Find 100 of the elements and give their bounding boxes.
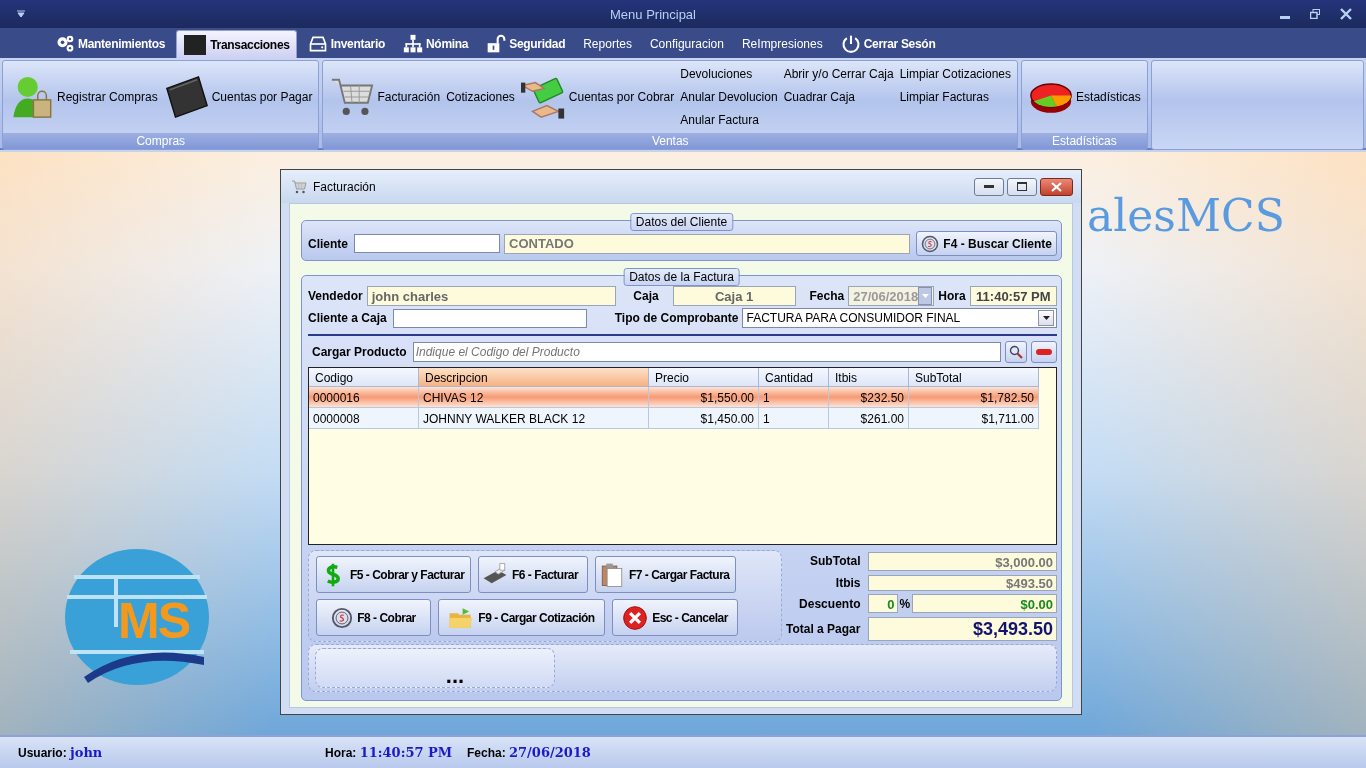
search-button[interactable] (1005, 341, 1027, 363)
percent-sign: % (899, 596, 911, 611)
action-button[interactable]: Esc - Cancelar (612, 599, 738, 636)
dropdown-arrow-icon (1042, 316, 1050, 320)
field-label: Cargar Producto (312, 345, 407, 359)
wallet-icon (163, 74, 210, 120)
ribbon-button[interactable]: Cuentas por Pagar (163, 74, 313, 120)
receipt-type-dropdown[interactable]: FACTURA PARA CONSUMIDOR FINAL (742, 308, 1057, 328)
table-cell: CHIVAS 12 (419, 387, 649, 408)
close-icon (1051, 181, 1062, 192)
ribbon-button[interactable]: Abrir y/o Cerrar Caja (783, 66, 894, 81)
ribbon-button[interactable]: Cotizaciones (446, 90, 515, 104)
ribbon-button[interactable]: Registrar Compras (9, 74, 158, 120)
group-label: Ventas (323, 133, 1018, 149)
message-text: ... (445, 665, 465, 687)
menu-tab[interactable]: Seguridad (479, 30, 573, 56)
client-name-field: CONTADO (504, 233, 911, 254)
tax-value: $493.50 (868, 574, 1057, 591)
discount-value: $0.00 (912, 594, 1057, 614)
field-label: Cliente (308, 236, 348, 251)
table-cell: $1,550.00 (649, 387, 759, 408)
user-label: Usuario: (18, 746, 67, 760)
group-legend: Datos del Cliente (629, 213, 734, 231)
action-button[interactable]: F6 - Facturar (478, 556, 588, 593)
group-label: Estadísticas (1022, 133, 1147, 149)
cashier-client-field[interactable] (392, 308, 587, 328)
date-value: 27/06/2018 (509, 745, 591, 760)
coin-icon (331, 606, 354, 629)
menu-tab[interactable]: ReImpresiones (734, 30, 830, 56)
power-icon (840, 33, 861, 54)
ribbon-button[interactable]: Facturación (329, 74, 441, 120)
table-cell: $261.00 (829, 408, 909, 429)
menu-tab[interactable]: Mantenimientos (48, 30, 173, 56)
table-cell: 0000008 (309, 408, 419, 429)
menu-caret-icon[interactable] (16, 10, 26, 18)
table-row[interactable]: 0000016 CHIVAS 12 $1,550.00 1 $232.50 $1,782.50 (309, 387, 1056, 408)
table-row[interactable]: 0000008 JOHNNY WALKER BLACK 12 $1,450.00 1 $261.00 $1,711.00 (309, 408, 1056, 429)
column-header[interactable]: SubTotal (909, 368, 1039, 387)
action-button[interactable]: F7 - Cargar Factura (595, 556, 736, 593)
action-button[interactable]: F9 - Cargar Cotización (438, 599, 605, 636)
time-label: Hora: (325, 746, 357, 760)
field-label: Hora (938, 289, 966, 303)
product-code-field[interactable]: Indique el Codigo del Producto (412, 342, 1001, 362)
minimize-button[interactable] (974, 177, 1004, 196)
table-cell: $1,711.00 (909, 408, 1039, 429)
menu-tab[interactable]: Transacciones (176, 30, 297, 58)
field-label: Tipo de Comprobante (614, 311, 739, 325)
search-client-button[interactable]: F4 - Buscar Cliente (916, 231, 1057, 256)
close-button[interactable] (1040, 177, 1073, 196)
ribbon-button[interactable]: Cuentas por Cobrar (520, 74, 675, 120)
column-header[interactable]: Descripcion (419, 368, 649, 387)
discount-label: Descuento (798, 596, 862, 611)
ribbon-button[interactable]: Cuadrar Caja (783, 89, 894, 104)
column-header[interactable]: Itbis (829, 368, 909, 387)
register-field: Caja 1 (672, 286, 796, 306)
group-legend: Datos de la Factura (623, 268, 740, 286)
dropdown-arrow-icon (921, 294, 929, 298)
gears-icon (55, 33, 75, 54)
time-value: 11:40:57 PM (359, 745, 453, 760)
ribbon-button[interactable]: Limpiar Cotizaciones (899, 66, 1012, 81)
dialog-title: Facturación (313, 179, 377, 194)
logo-text: MS (118, 592, 189, 650)
menu-tab[interactable]: Nómina (396, 30, 476, 56)
field-label: Fecha (809, 289, 845, 303)
ribbon-button[interactable]: Devoluciones (680, 66, 778, 81)
field-label: Cliente a Caja (308, 311, 387, 325)
group-label: Compras (3, 133, 319, 149)
menu-tab[interactable]: Configuracion (642, 30, 731, 56)
minimize-icon (984, 184, 994, 189)
cancel-icon (622, 604, 649, 631)
action-button[interactable]: F8 - Cobrar (316, 599, 431, 636)
field-label: Vendedor (308, 289, 363, 303)
table-cell: 1 (759, 408, 829, 429)
table-cell: $1,782.50 (909, 387, 1039, 408)
total-label: Total a Pagar (786, 622, 862, 637)
ribbon-button[interactable]: Anular Devolucion (680, 89, 778, 104)
padlock-icon (486, 33, 507, 54)
ribbon-button[interactable]: Limpiar Facturas (899, 89, 1012, 104)
column-header[interactable]: Codigo (309, 368, 419, 387)
column-header[interactable]: Cantidad (759, 368, 829, 387)
background-logo-text: alesMCS (1087, 190, 1285, 241)
date-label: Fecha: (467, 746, 506, 760)
column-header[interactable]: Precio (649, 368, 759, 387)
menu-tab[interactable]: Reportes (576, 30, 639, 56)
maximize-button[interactable] (1007, 177, 1037, 196)
remove-button[interactable] (1031, 341, 1057, 363)
field-label: Caja (633, 289, 659, 303)
ribbon-button[interactable]: Estadísticas (1028, 74, 1141, 120)
subtotal-label: SubTotal (809, 554, 862, 569)
salesperson-field: john charles (366, 286, 616, 306)
restore-button[interactable] (1310, 9, 1320, 19)
menu-tab[interactable]: Cerrar Sesón (833, 30, 943, 56)
action-button[interactable]: F5 - Cobrar y Facturar (316, 556, 471, 593)
table-cell: 0000016 (309, 387, 419, 408)
menu-tab[interactable]: Inventario (300, 30, 392, 56)
client-code-field[interactable] (354, 234, 500, 253)
ribbon-button[interactable]: Anular Factura (680, 112, 778, 127)
subtotal-value: $3,000.00 (868, 551, 1057, 571)
table-cell: JOHNNY WALKER BLACK 12 (419, 408, 649, 429)
discount-percent-field[interactable]: 0 (868, 594, 899, 614)
